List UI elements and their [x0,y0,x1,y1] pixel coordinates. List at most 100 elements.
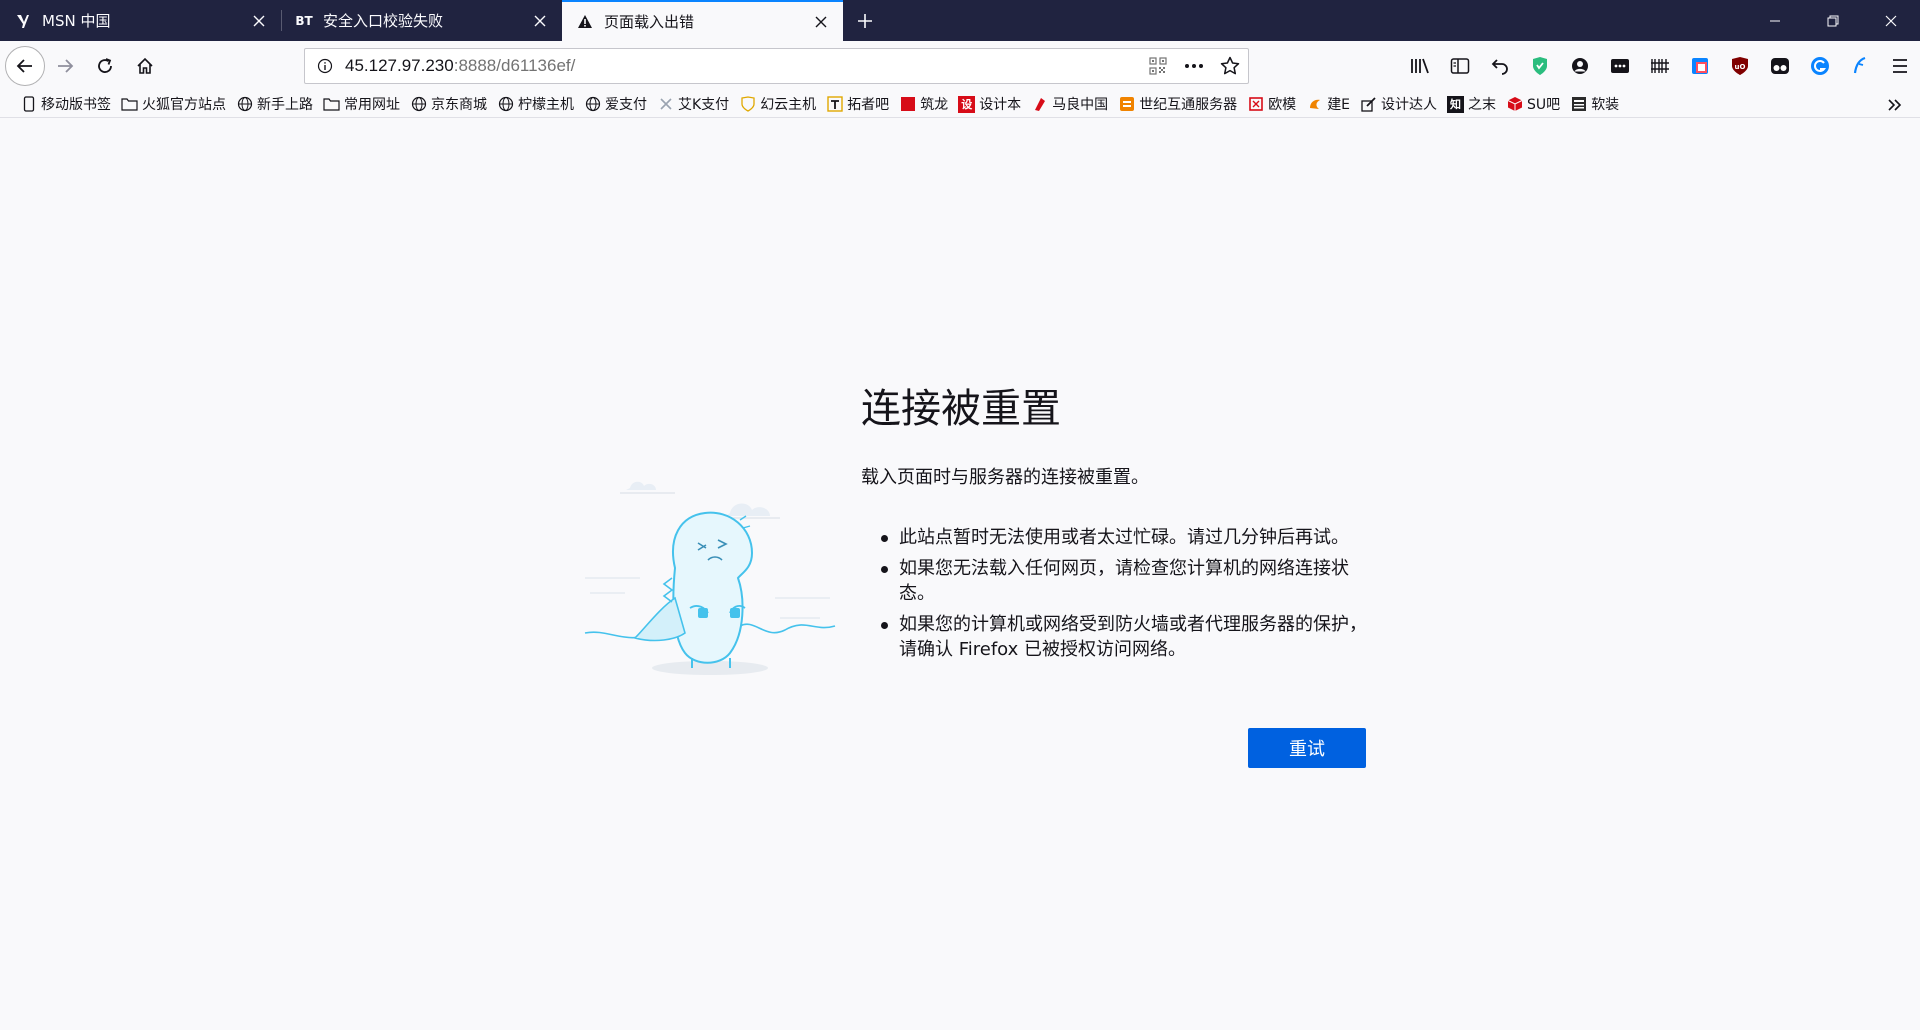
warning-icon [576,13,594,31]
qr-code-icon[interactable] [1140,49,1176,83]
folder-icon [323,96,340,113]
extension-blue-button[interactable] [1800,46,1840,86]
extension-green-button[interactable] [1520,46,1560,86]
bookmark-item[interactable]: 建E [1303,92,1355,116]
bookmark-folder[interactable]: 火狐官方站点 [118,92,231,116]
barcode-icon [1651,59,1669,73]
bookmark-label: 设计达人 [1381,97,1438,113]
close-icon[interactable] [530,11,550,31]
restore-button[interactable] [1804,0,1862,41]
new-tab-button[interactable] [843,0,887,41]
mobile-icon [20,96,37,113]
bookmark-item[interactable]: 幻云主机 [736,92,821,116]
window-controls [1746,0,1920,41]
bookmark-label: 拓者吧 [847,97,890,113]
bookmark-item[interactable]: 设计达人 [1357,92,1442,116]
bookmark-item[interactable]: 移动版书签 [17,92,116,116]
bookmark-item[interactable]: 拓者吧 [823,92,894,116]
globe-icon [236,96,253,113]
bookmark-item[interactable]: 京东商城 [407,92,492,116]
minimize-icon [1770,20,1780,21]
bookmarks-toolbar: 移动版书签 火狐官方站点 新手上路 常用网址 京东商城 柠檬主机 爱支付 艾K支… [0,91,1920,118]
feather-icon [1853,56,1866,74]
minimize-button[interactable] [1746,0,1804,41]
bookmark-item[interactable]: 柠檬主机 [494,92,579,116]
library-icon [1411,58,1429,74]
bookmark-item[interactable]: 世纪互通服务器 [1115,92,1242,116]
blue-circle-icon [1811,57,1829,75]
close-window-button[interactable] [1862,0,1920,41]
bookmarks-overflow-button[interactable] [1880,91,1910,118]
undo-close-tab-button[interactable] [1480,46,1520,86]
url-text[interactable]: 45.127.97.230:8888/d61136ef/ [345,56,1140,76]
tab-msn[interactable]: MSN 中国 [0,0,281,41]
account-button[interactable] [1560,46,1600,86]
tab-strip: MSN 中国 BT 安全入口校验失败 页面载入出错 [0,0,1920,41]
oumo-icon [1247,96,1264,113]
svg-text:uO: uO [1735,63,1746,71]
navigation-bar: 45.127.97.230:8888/d61136ef/ uO [0,41,1920,91]
tab-bt[interactable]: BT 安全入口校验失败 [281,0,562,41]
forward-button[interactable] [45,46,85,86]
bookmark-item[interactable]: 设 设计本 [955,92,1026,116]
tab-error-page[interactable]: 页面载入出错 [562,0,843,41]
bookmark-label: 世纪互通服务器 [1139,97,1238,113]
error-title: 连接被重置 [861,386,1061,432]
bookmark-item[interactable]: 爱支付 [581,92,652,116]
extension-dots-button[interactable] [1600,46,1640,86]
address-bar[interactable]: 45.127.97.230:8888/d61136ef/ [304,48,1249,84]
bookmark-folder[interactable]: 常用网址 [320,92,405,116]
tab-title: MSN 中国 [42,12,111,30]
bt-icon: BT [295,13,313,28]
menu-button[interactable] [1880,46,1920,86]
jiane-icon [1306,96,1323,113]
double-chevron-icon [1888,98,1902,111]
bookmark-item[interactable]: 艾K支付 [654,92,734,116]
bookmark-item[interactable]: 知 之末 [1444,92,1501,116]
server-icon [1118,96,1135,113]
error-description: 载入页面时与服务器的连接被重置。 [861,467,1149,488]
bookmark-label: 新手上路 [257,97,313,113]
bookmark-item[interactable]: SU吧 [1503,92,1565,116]
tampermonkey-button[interactable] [1760,46,1800,86]
library-button[interactable] [1400,46,1440,86]
back-arrow-icon [16,59,32,73]
bookmark-item[interactable]: 软装 [1567,92,1624,116]
connection-reset-illustration [584,481,836,675]
bookmark-label: 艾K支付 [678,97,730,113]
restore-icon [1827,15,1839,26]
close-icon[interactable] [811,12,831,32]
home-button[interactable] [125,46,165,86]
ublock-button[interactable]: uO [1720,46,1760,86]
bookmark-label: 之末 [1468,97,1497,113]
back-button[interactable] [5,46,45,86]
bookmark-label: SU吧 [1527,97,1561,113]
extension-feather-button[interactable] [1840,46,1880,86]
url-actions [1140,49,1248,83]
info-icon[interactable] [305,58,345,74]
arch-icon [1570,96,1587,113]
retry-button[interactable]: 重试 [1248,728,1366,768]
list-item: 如果您无法载入任何网页，请检查您计算机的网络连接状态。 [881,556,1381,606]
msn-icon [14,12,32,30]
maliang-icon [1031,96,1048,113]
bookmark-label: 马良中国 [1052,97,1109,113]
bookmark-star-icon[interactable] [1212,49,1248,83]
undo-icon [1491,59,1508,75]
tampermonkey-icon [1771,58,1789,74]
extension-screenshot-button[interactable] [1680,46,1720,86]
error-suggestions-list: 此站点暂时无法使用或者太过忙碌。请过几分钟后再试。 如果您无法载入任何网页，请检… [881,525,1381,668]
bookmark-item[interactable]: 新手上路 [233,92,318,116]
sidebar-button[interactable] [1440,46,1480,86]
bookmark-item[interactable]: 筑龙 [896,92,953,116]
url-path: :8888/d61136ef/ [453,56,576,75]
bookmark-item[interactable]: 欧模 [1244,92,1301,116]
close-icon[interactable] [249,11,269,31]
bookmark-label: 建E [1327,97,1351,113]
shejiben-icon: 设 [958,95,976,113]
forward-arrow-icon [58,59,74,73]
extension-grid-button[interactable] [1640,46,1680,86]
reload-button[interactable] [85,46,125,86]
page-actions-icon[interactable] [1176,49,1212,83]
bookmark-item[interactable]: 马良中国 [1028,92,1113,116]
